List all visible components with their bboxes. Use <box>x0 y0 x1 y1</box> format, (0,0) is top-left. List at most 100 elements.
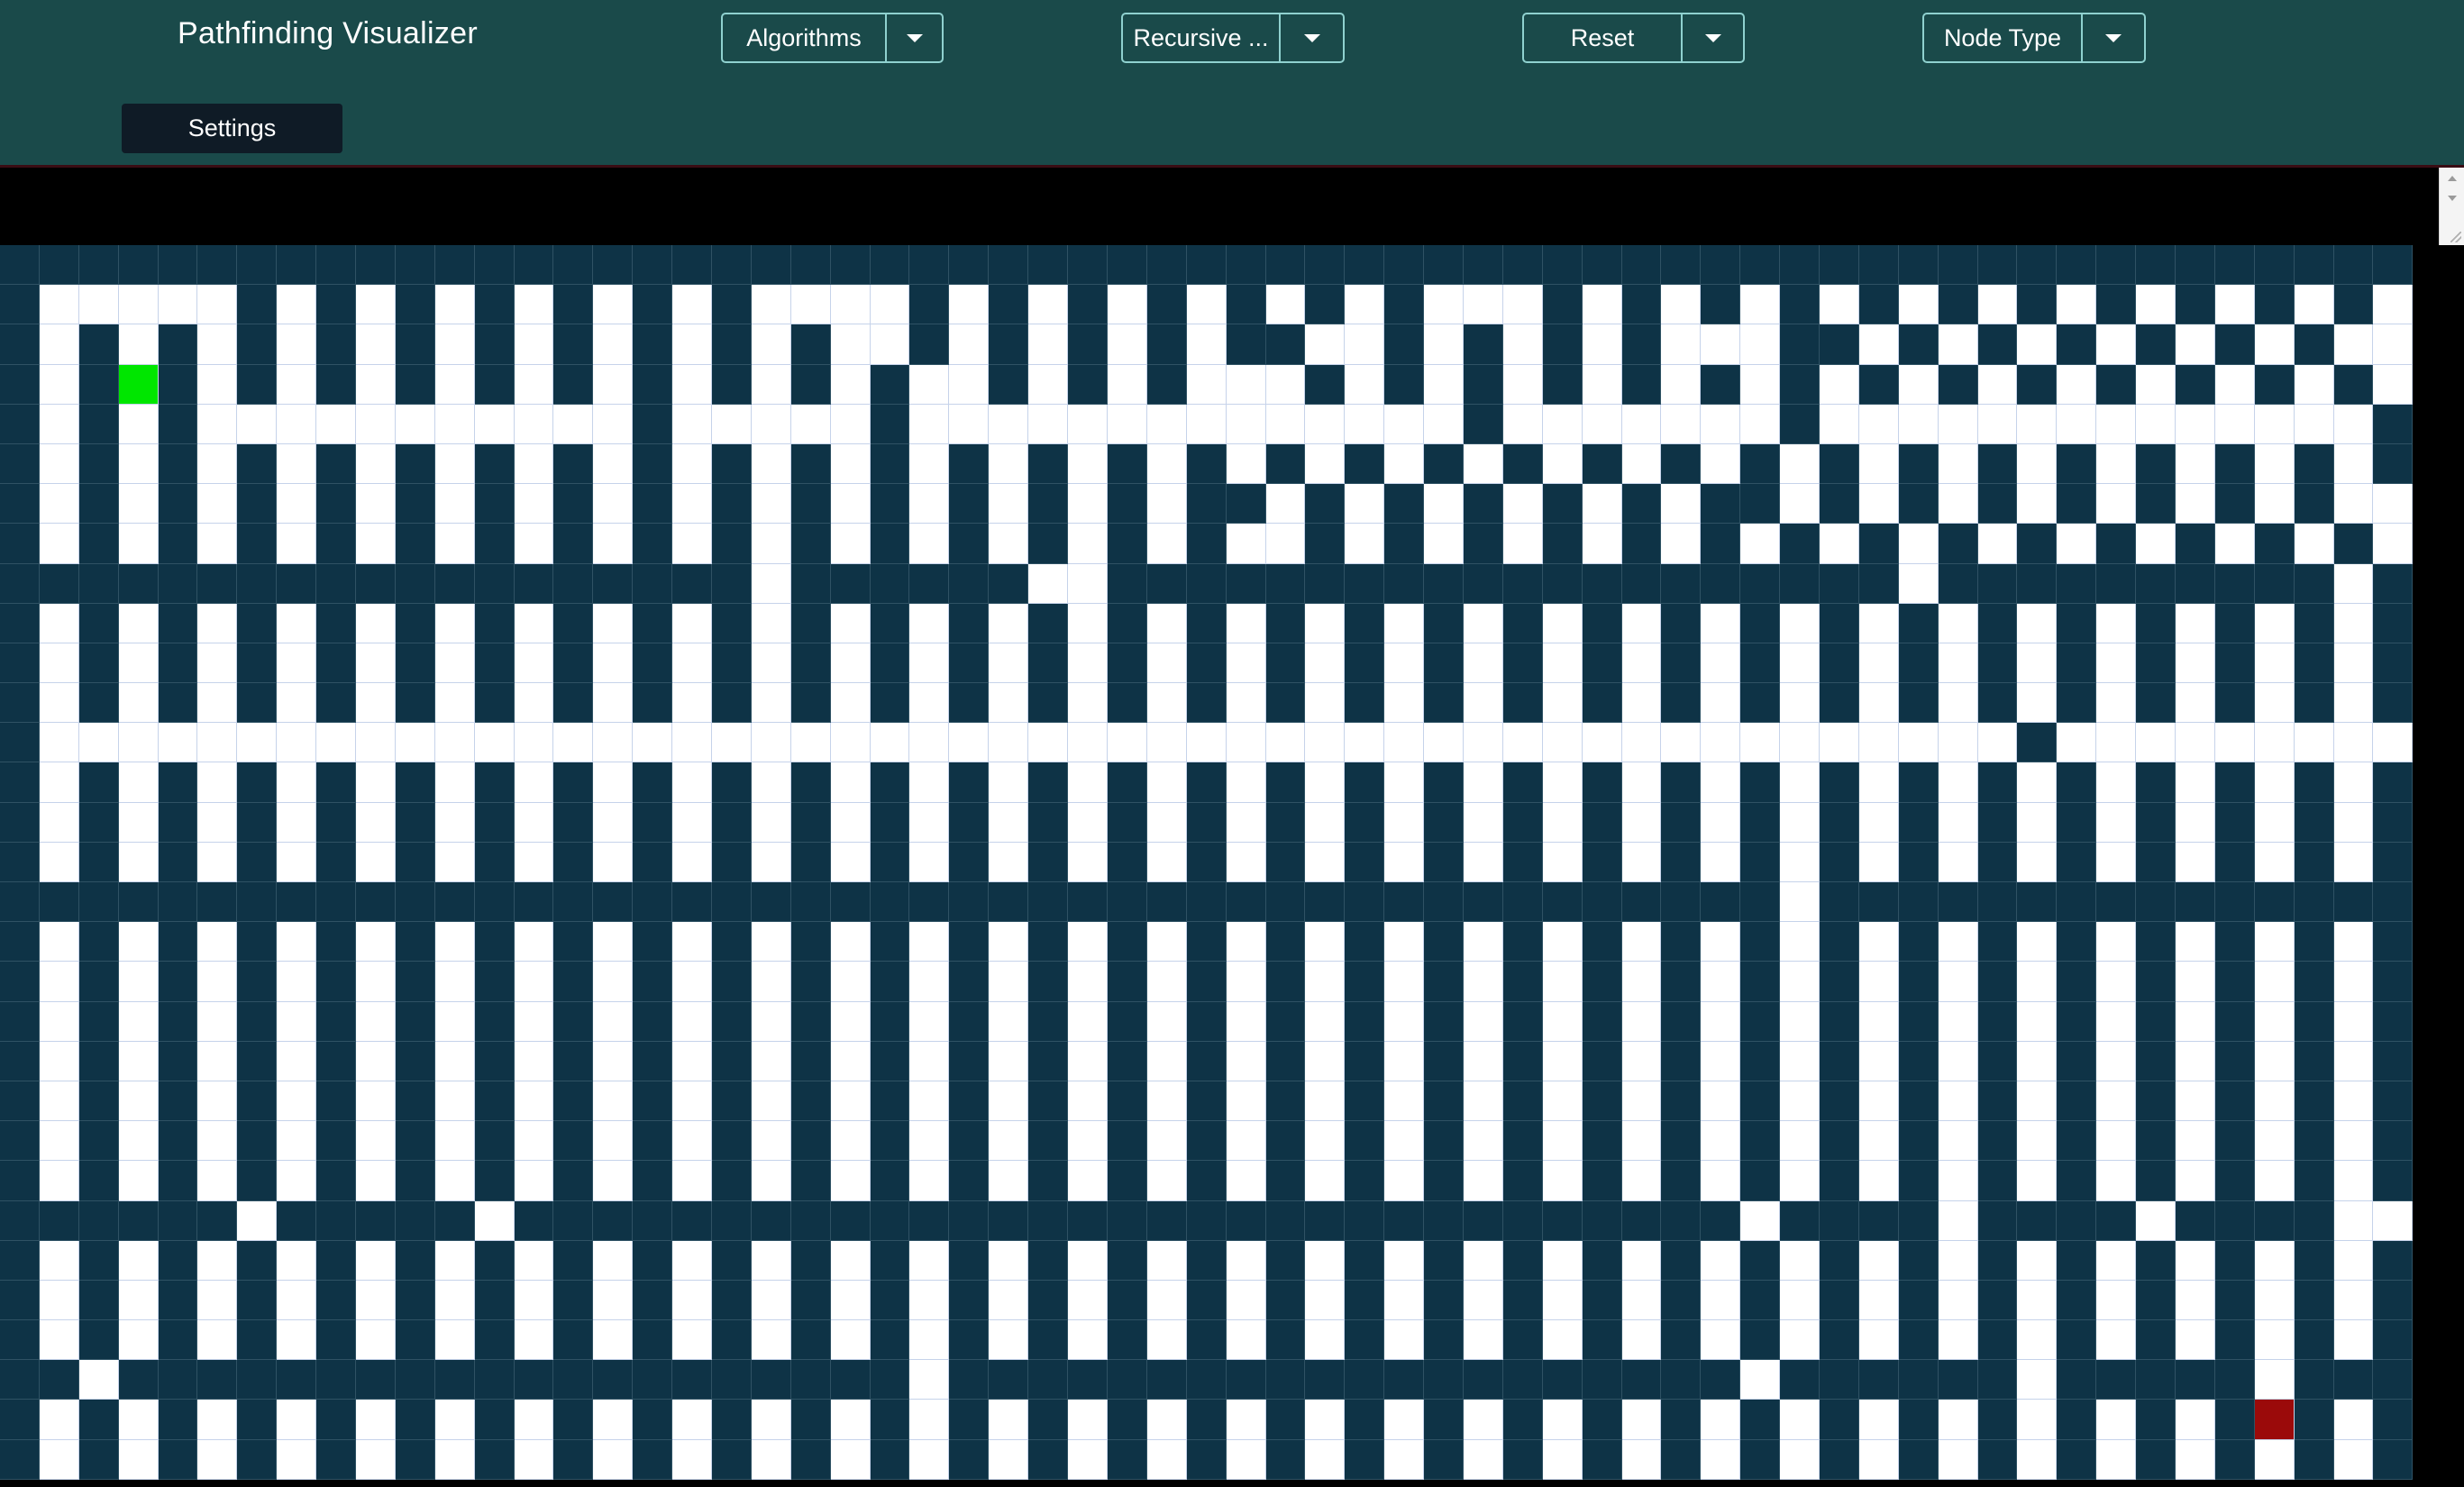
wall-node[interactable] <box>1345 443 1385 485</box>
empty-node[interactable] <box>1701 922 1741 962</box>
wall-node[interactable] <box>1345 1081 1385 1122</box>
empty-node[interactable] <box>1384 802 1425 843</box>
wall-node[interactable] <box>949 762 990 803</box>
empty-node[interactable] <box>1028 723 1069 763</box>
wall-node[interactable] <box>553 1400 594 1440</box>
wall-node[interactable] <box>949 962 990 1002</box>
wall-node[interactable] <box>1068 882 1108 923</box>
empty-node[interactable] <box>39 1121 79 1162</box>
wall-node[interactable] <box>553 443 594 485</box>
empty-node[interactable] <box>1661 484 1702 525</box>
wall-node[interactable] <box>2017 723 2058 763</box>
wall-node[interactable] <box>0 1320 40 1361</box>
wall-node[interactable] <box>1701 563 1741 604</box>
wall-node[interactable] <box>1977 1081 2018 1122</box>
wall-node[interactable] <box>1898 842 1939 882</box>
wall-node[interactable] <box>830 1360 871 1400</box>
wall-node[interactable] <box>2294 1200 2334 1241</box>
wall-node[interactable] <box>1819 1320 1859 1361</box>
empty-node[interactable] <box>712 404 752 444</box>
wall-node[interactable] <box>1265 922 1306 962</box>
wall-node[interactable] <box>1107 802 1147 843</box>
wall-node[interactable] <box>1898 882 1939 923</box>
empty-node[interactable] <box>2096 802 2137 843</box>
empty-node[interactable] <box>395 404 435 444</box>
wall-node[interactable] <box>1146 882 1187 923</box>
wall-node[interactable] <box>1502 922 1543 962</box>
wall-node[interactable] <box>316 1400 357 1440</box>
wall-node[interactable] <box>870 1320 910 1361</box>
wall-node[interactable] <box>2017 245 2058 286</box>
wall-node[interactable] <box>2294 802 2334 843</box>
empty-node[interactable] <box>1780 922 1820 962</box>
wall-node[interactable] <box>1582 962 1622 1002</box>
wall-node[interactable] <box>1345 802 1385 843</box>
wall-node[interactable] <box>633 683 673 724</box>
wall-node[interactable] <box>553 882 594 923</box>
empty-node[interactable] <box>1898 364 1939 405</box>
wall-node[interactable] <box>949 1041 990 1081</box>
empty-node[interactable] <box>1345 324 1385 365</box>
wall-node[interactable] <box>1028 524 1069 564</box>
empty-node[interactable] <box>1701 842 1741 882</box>
empty-node[interactable] <box>1384 443 1425 485</box>
empty-node[interactable] <box>989 1280 1029 1321</box>
empty-node[interactable] <box>514 1121 554 1162</box>
wall-node[interactable] <box>474 1400 515 1440</box>
empty-node[interactable] <box>1463 1161 1503 1201</box>
empty-node[interactable] <box>2175 443 2215 485</box>
empty-node[interactable] <box>2294 723 2334 763</box>
empty-node[interactable] <box>751 723 791 763</box>
wall-node[interactable] <box>2136 1161 2176 1201</box>
wall-node[interactable] <box>0 922 40 962</box>
empty-node[interactable] <box>356 1161 396 1201</box>
empty-node[interactable] <box>2136 285 2176 325</box>
empty-node[interactable] <box>1146 603 1187 643</box>
empty-node[interactable] <box>1146 683 1187 724</box>
wall-node[interactable] <box>1068 1360 1108 1400</box>
empty-node[interactable] <box>989 1161 1029 1201</box>
empty-node[interactable] <box>39 1001 79 1042</box>
wall-node[interactable] <box>1463 364 1503 405</box>
empty-node[interactable] <box>434 1041 475 1081</box>
wall-node[interactable] <box>830 563 871 604</box>
wall-node[interactable] <box>633 1360 673 1400</box>
wall-node[interactable] <box>712 324 752 365</box>
wall-node[interactable] <box>1502 762 1543 803</box>
empty-node[interactable] <box>1345 364 1385 405</box>
wall-node[interactable] <box>1582 245 1622 286</box>
wall-node[interactable] <box>474 1081 515 1122</box>
empty-node[interactable] <box>1068 603 1108 643</box>
empty-node[interactable] <box>356 443 396 485</box>
empty-node[interactable] <box>2333 603 2374 643</box>
empty-node[interactable] <box>1226 1280 1266 1321</box>
wall-node[interactable] <box>1068 364 1108 405</box>
wall-node[interactable] <box>1146 1200 1187 1241</box>
wall-node[interactable] <box>1186 842 1227 882</box>
empty-node[interactable] <box>277 324 317 365</box>
empty-node[interactable] <box>1384 1280 1425 1321</box>
wall-node[interactable] <box>712 1240 752 1281</box>
wall-node[interactable] <box>158 364 198 405</box>
empty-node[interactable] <box>118 324 159 365</box>
wall-node[interactable] <box>1265 882 1306 923</box>
wall-node[interactable] <box>1028 1121 1069 1162</box>
empty-node[interactable] <box>672 524 713 564</box>
wall-node[interactable] <box>2057 842 2097 882</box>
wall-node[interactable] <box>1858 1360 1899 1400</box>
wall-node[interactable] <box>395 1200 435 1241</box>
wall-node[interactable] <box>474 1121 515 1162</box>
empty-node[interactable] <box>1068 1400 1108 1440</box>
empty-node[interactable] <box>197 723 238 763</box>
wall-node[interactable] <box>1582 1121 1622 1162</box>
empty-node[interactable] <box>1938 802 1978 843</box>
wall-node[interactable] <box>1186 603 1227 643</box>
wall-node[interactable] <box>2057 762 2097 803</box>
wall-node[interactable] <box>356 563 396 604</box>
empty-node[interactable] <box>2096 404 2137 444</box>
wall-node[interactable] <box>790 842 831 882</box>
empty-node[interactable] <box>1068 443 1108 485</box>
wall-node[interactable] <box>1463 404 1503 444</box>
empty-node[interactable] <box>1780 443 1820 485</box>
empty-node[interactable] <box>474 723 515 763</box>
